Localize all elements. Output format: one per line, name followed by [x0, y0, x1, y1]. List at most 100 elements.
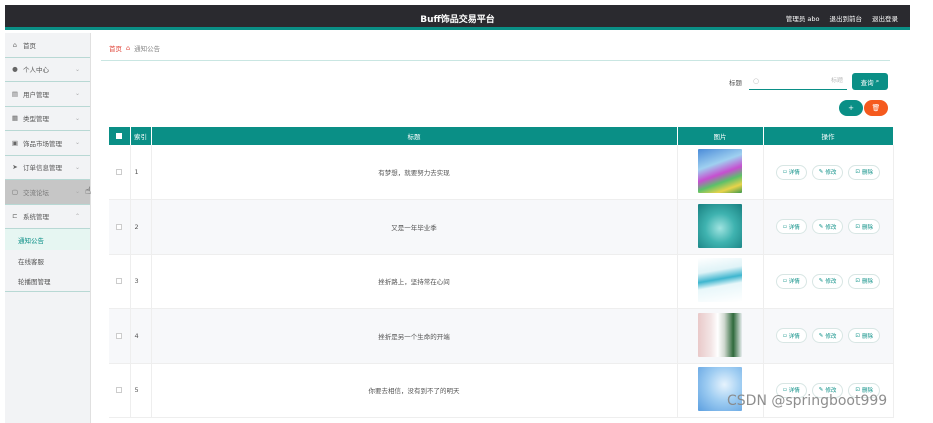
delete-button[interactable]: ⊡ 删除 — [848, 219, 880, 235]
select-all-checkbox[interactable] — [116, 133, 123, 139]
batch-delete-button[interactable]: 🗑 — [864, 100, 888, 116]
table-row: 1 有梦想，就要努力去实现 ▫ 详情 ✎ 修改 ⊡ 删除 — [109, 145, 894, 200]
home-icon: ⌂ — [126, 44, 131, 52]
delete-icon: ⊡ — [855, 332, 860, 339]
logout-link[interactable]: 退出登录 — [872, 13, 898, 23]
sidebar: ⌂ 首页 ● 个人中心 ⌄ ▤ 用户管理 ⌄ ▦ 类型管理 ⌄ ▣ 饰品市场管理… — [5, 33, 91, 423]
forum-icon: ▢ — [11, 187, 19, 196]
sidebar-item-label: 饰品市场管理 — [23, 139, 62, 148]
chevron-up-icon: ⌃ — [74, 212, 80, 220]
chevron-down-icon: ⌄ — [74, 90, 80, 97]
search-input[interactable] — [763, 77, 843, 84]
search-icon: ○ — [753, 76, 760, 85]
detail-button[interactable]: ▫ 详情 — [776, 164, 807, 180]
table-row: 3 挫折路上，坚持常在心间 ▫ 详情 ✎ 修改 ⊡ 删除 — [109, 254, 894, 309]
row-title: 有梦想，就要努力去实现 — [151, 145, 678, 200]
edit-button[interactable]: ✎ 修改 — [811, 219, 844, 235]
sidebar-item-order-management[interactable]: ➤ 订单信息管理 ⌄ — [5, 156, 90, 180]
delete-button[interactable]: ⊡ 删除 — [848, 273, 880, 289]
column-header-actions: 操作 — [763, 127, 894, 145]
edit-button[interactable]: ✎ 修改 — [811, 328, 844, 344]
market-icon: ▣ — [11, 138, 19, 147]
delete-button[interactable]: ⊡ 删除 — [848, 328, 880, 344]
table-row: 5 你要去相信，没有到不了的明天 ▫ 详情 ✎ 修改 ⊡ 删除 — [109, 363, 894, 418]
row-index: 5 — [130, 363, 152, 418]
sidebar-item-label: 首页 — [23, 41, 36, 50]
edit-button[interactable]: ✎ 修改 — [811, 273, 844, 289]
row-title: 又是一年毕业季 — [151, 199, 678, 254]
detail-button-label: 详情 — [788, 224, 800, 231]
users-icon: ▤ — [11, 89, 19, 98]
add-button[interactable]: + — [839, 100, 863, 116]
row-title: 挫折是另一个生命的开端 — [151, 308, 678, 363]
delete-button-label: 删除 — [861, 279, 873, 286]
row-thumbnail — [698, 312, 742, 357]
sidebar-item-forum[interactable]: ▢ 交流论坛 ⌄ — [5, 180, 90, 205]
row-index: 1 — [130, 145, 152, 200]
delete-button[interactable]: ⊡ 删除 — [848, 164, 880, 180]
chevron-down-icon: ⌄ — [74, 139, 80, 146]
edit-button[interactable]: ✎ 修改 — [811, 164, 844, 180]
query-button[interactable]: 查询 ⌕ — [852, 73, 888, 90]
row-index: 2 — [130, 199, 152, 254]
top-navbar: Buff饰品交易平台 管理员 abo 退出到前台 退出登录 — [5, 5, 910, 30]
edit-icon: ✎ — [818, 332, 824, 339]
row-thumbnail — [698, 149, 742, 193]
detail-icon: ▫ — [783, 332, 787, 339]
sidebar-subitem-notice[interactable]: 通知公告 — [5, 229, 90, 250]
breadcrumb-home[interactable]: 首页 — [109, 43, 122, 53]
sidebar-item-label: 订单信息管理 — [23, 164, 62, 173]
chevron-down-icon: ⌄ — [74, 188, 80, 195]
row-checkbox[interactable] — [116, 332, 123, 339]
table-header-row: 索引 标题 图片 操作 — [109, 127, 894, 145]
sidebar-subitem-online-service[interactable]: 在线客服 — [5, 250, 90, 271]
column-header-index: 索引 — [130, 127, 152, 145]
detail-button[interactable]: ▫ 详情 — [776, 273, 807, 289]
edit-icon: ✎ — [818, 169, 824, 175]
breadcrumb-current: 通知公告 — [134, 45, 161, 53]
watermark: CSDN @springboot999 — [727, 393, 888, 409]
detail-button-label: 详情 — [788, 279, 800, 286]
delete-icon: ⊡ — [855, 223, 860, 230]
select-all-cell — [109, 127, 131, 145]
row-index: 3 — [130, 254, 152, 309]
sidebar-item-user-management[interactable]: ▤ 用户管理 ⌄ — [5, 82, 90, 107]
edit-button-label: 修改 — [825, 279, 837, 286]
detail-button[interactable]: ▫ 详情 — [776, 219, 807, 235]
sidebar-item-market-management[interactable]: ▣ 饰品市场管理 ⌄ — [5, 131, 90, 156]
sidebar-item-personal-center[interactable]: ● 个人中心 ⌄ — [5, 58, 90, 82]
chevron-down-icon: ⌄ — [74, 65, 80, 73]
admin-label: 管理员 abo — [785, 15, 820, 23]
sidebar-item-home[interactable]: ⌂ 首页 — [5, 33, 90, 58]
delete-icon: ⊡ — [855, 169, 860, 175]
breadcrumb: 首页 ⌂ 通知公告 — [109, 43, 160, 53]
notice-table: 索引 标题 图片 操作 1 有梦想，就要努力去实现 ▫ 详情 ✎ 修改 ⊡ 删除 2 … — [109, 127, 894, 418]
send-icon: ➤ — [12, 163, 18, 172]
sidebar-item-label: 系统管理 — [23, 213, 49, 222]
detail-button-label: 详情 — [788, 333, 800, 340]
row-checkbox[interactable] — [116, 387, 123, 394]
row-title: 你要去相信，没有到不了的明天 — [151, 363, 678, 418]
sidebar-subitem-carousel[interactable]: 轮播图管理 — [5, 271, 90, 292]
divider — [101, 60, 890, 61]
table-row: 2 又是一年毕业季 ▫ 详情 ✎ 修改 ⊡ 删除 — [109, 199, 894, 254]
delete-button-label: 删除 — [861, 170, 873, 176]
sidebar-item-system-management[interactable]: ⊏ 系统管理 ⌃ — [5, 205, 90, 229]
edit-icon: ✎ — [818, 223, 824, 230]
detail-icon: ▫ — [783, 278, 787, 285]
table-row: 4 挫折是另一个生命的开端 ▫ 详情 ✎ 修改 ⊡ 删除 — [109, 308, 894, 363]
row-thumbnail — [698, 203, 742, 248]
row-index: 4 — [130, 308, 152, 363]
app-title: Buff饰品交易平台 — [420, 15, 495, 25]
row-title: 挫折路上，坚持常在心间 — [151, 254, 678, 309]
back-to-front-link[interactable]: 退出到前台 — [830, 13, 863, 23]
row-checkbox[interactable] — [116, 169, 123, 175]
user-icon: ● — [12, 65, 18, 74]
system-icon: ⊏ — [12, 212, 18, 221]
row-checkbox[interactable] — [116, 278, 123, 285]
home-icon: ⌂ — [12, 40, 18, 49]
detail-button[interactable]: ▫ 详情 — [776, 328, 807, 344]
row-checkbox[interactable] — [116, 223, 123, 230]
column-header-image: 图片 — [677, 127, 764, 145]
sidebar-item-type-management[interactable]: ▦ 类型管理 ⌄ — [5, 107, 90, 131]
